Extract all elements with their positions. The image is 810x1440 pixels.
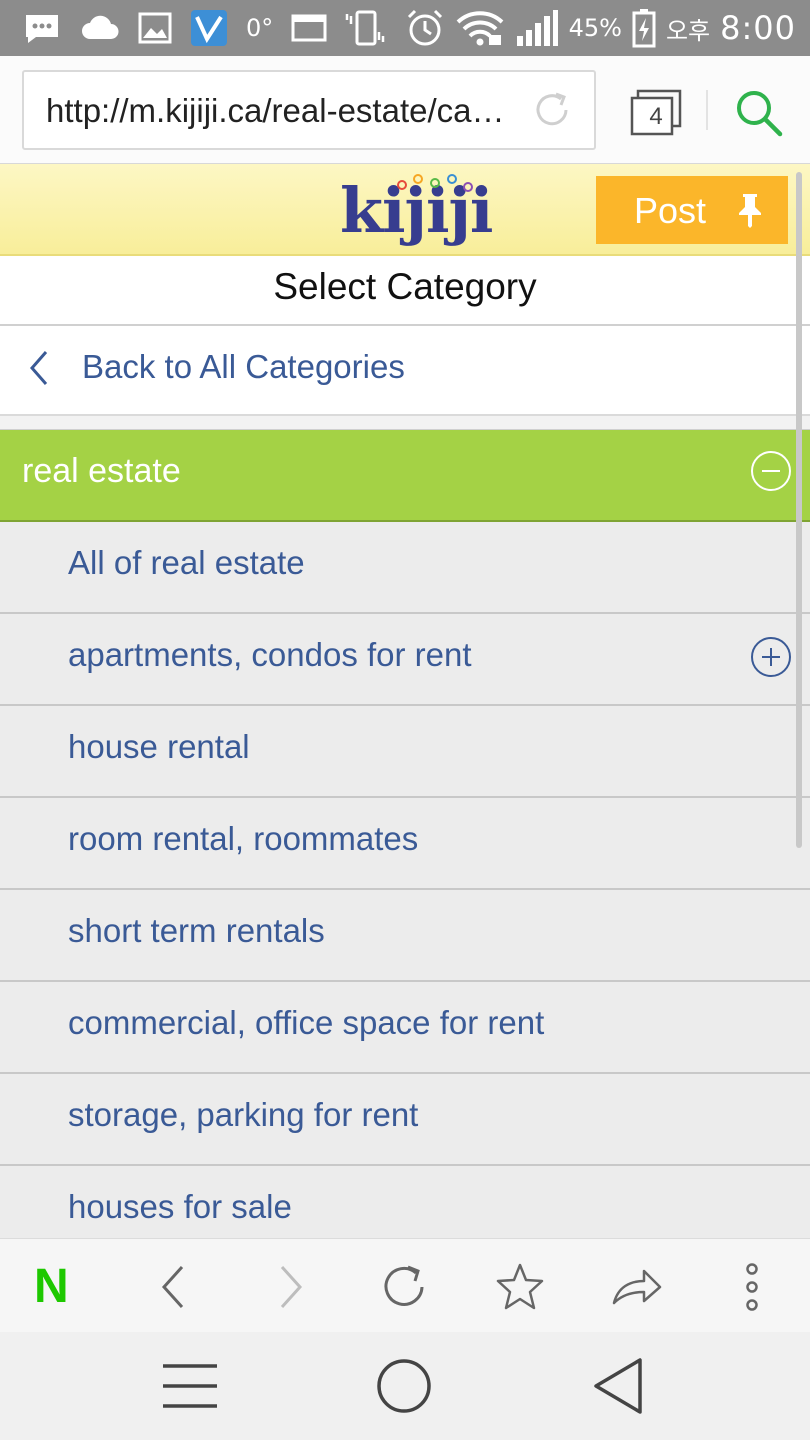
reload-icon[interactable]: [378, 1261, 430, 1313]
list-item-label: houses for sale: [68, 1188, 292, 1225]
list-item[interactable]: storage, parking for rent: [0, 1074, 810, 1166]
list-item[interactable]: houses for sale: [0, 1166, 810, 1238]
expand-plus-icon[interactable]: [750, 636, 792, 678]
logo-dot: [397, 180, 407, 190]
list-item[interactable]: All of real estate: [0, 522, 810, 614]
back-icon[interactable]: [148, 1261, 200, 1313]
wifi-icon: [456, 11, 503, 46]
android-nav-bar: [0, 1332, 810, 1440]
divider: [0, 416, 810, 430]
list-item[interactable]: house rental: [0, 706, 810, 798]
battery-percent: 45%: [568, 14, 622, 42]
message-icon: [26, 15, 58, 43]
list-item-label: room rental, roommates: [68, 820, 419, 857]
logo-dot: [463, 182, 473, 192]
list-item-label: commercial, office space for rent: [68, 1004, 545, 1041]
app-v-icon: [191, 10, 227, 46]
url-text[interactable]: http://m.kijiji.ca/real-estate/canada/c3…: [46, 92, 516, 130]
bookmark-star-icon[interactable]: [494, 1261, 546, 1313]
battery-icon: [632, 9, 656, 48]
reload-icon[interactable]: [530, 88, 574, 132]
status-bar-system: 45% 오후 8:00: [405, 8, 796, 48]
post-button[interactable]: Post: [596, 176, 788, 244]
list-item-label: storage, parking for rent: [68, 1096, 419, 1133]
category-name: real estate: [22, 452, 181, 490]
pin-icon: [739, 194, 761, 228]
alarm-icon: [407, 9, 442, 46]
list-item[interactable]: room rental, roommates: [0, 798, 810, 890]
page-title: Select Category: [273, 266, 537, 307]
ampm-text: 오후: [665, 16, 711, 45]
list-item[interactable]: short term rentals: [0, 890, 810, 982]
logo-dot: [430, 178, 440, 188]
browser-toolbar: N: [0, 1238, 810, 1332]
browser-address-bar: http://m.kijiji.ca/real-estate/canada/c3…: [0, 56, 810, 164]
tab-count: 4: [649, 103, 663, 130]
logo-dot: [413, 174, 423, 184]
naver-home-icon[interactable]: N: [34, 1261, 86, 1313]
kijiji-header: kijiji Post: [0, 164, 810, 256]
post-button-label: Post: [634, 190, 707, 231]
back-to-all-categories[interactable]: Back to All Categories: [0, 326, 810, 416]
list-item-label: house rental: [68, 728, 250, 765]
image-icon: [138, 12, 172, 44]
status-bar-notifications: 0°: [22, 8, 385, 48]
naver-logo: N: [34, 1260, 69, 1313]
tabs-button[interactable]: 4: [628, 86, 684, 138]
category-header-real-estate[interactable]: real estate: [0, 430, 810, 522]
list-item-label: All of real estate: [68, 544, 305, 581]
list-item[interactable]: commercial, office space for rent: [0, 982, 810, 1074]
more-vertical-icon[interactable]: [726, 1261, 778, 1313]
subcategory-list: All of real estate apartments, condos fo…: [0, 522, 810, 1238]
page-scrollbar[interactable]: [796, 172, 802, 848]
temperature-text: 0°: [246, 14, 274, 42]
back-label: Back to All Categories: [82, 348, 405, 385]
status-bar: 0° 45% 오후 8:00: [0, 0, 810, 56]
address-bar-divider: [706, 90, 708, 130]
signal-icon: [516, 10, 558, 46]
screen-icon: [291, 14, 327, 42]
forward-icon[interactable]: [264, 1261, 316, 1313]
select-category-bar: Select Category: [0, 256, 810, 326]
collapse-minus-icon[interactable]: [750, 450, 792, 492]
chevron-left-icon: [30, 351, 48, 385]
list-item-label: apartments, condos for rent: [68, 636, 472, 673]
back-triangle-icon[interactable]: [584, 1356, 654, 1416]
list-item[interactable]: apartments, condos for rent: [0, 614, 810, 706]
vibrate-icon: [346, 10, 385, 46]
logo-dot: [447, 174, 457, 184]
home-circle-icon[interactable]: [369, 1356, 439, 1416]
list-item-label: short term rentals: [68, 912, 325, 949]
share-icon[interactable]: [610, 1261, 662, 1313]
clock-text: 8:00: [720, 9, 796, 47]
url-field[interactable]: http://m.kijiji.ca/real-estate/canada/c3…: [22, 70, 596, 150]
menu-icon[interactable]: [155, 1356, 225, 1416]
search-icon[interactable]: [732, 86, 784, 138]
cloud-icon: [82, 15, 119, 39]
